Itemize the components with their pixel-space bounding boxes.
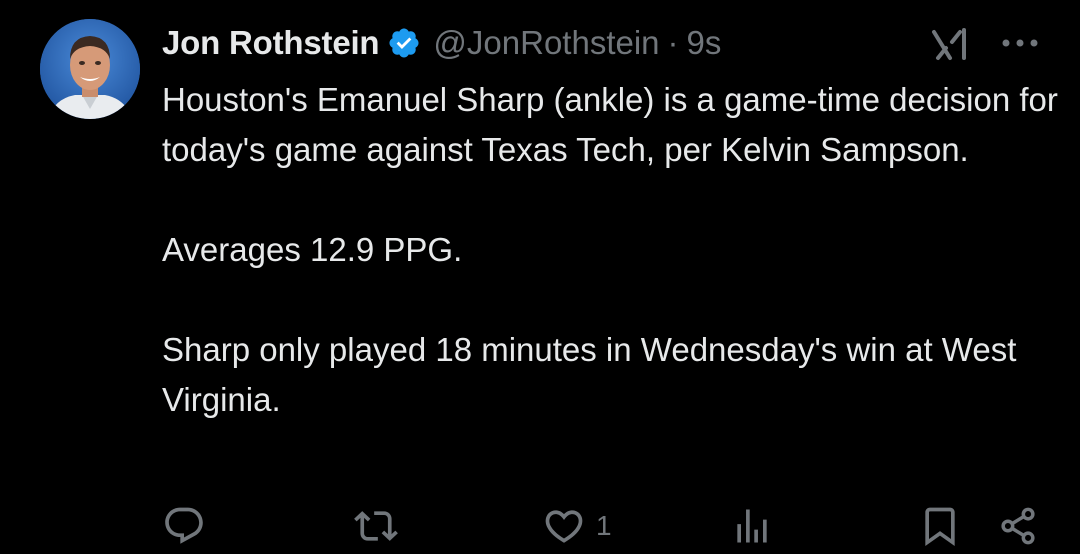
views-button[interactable] [730,504,774,548]
like-count: 1 [596,510,612,541]
bookmark-icon [918,504,962,548]
display-name[interactable]: Jon Rothstein [162,24,380,62]
timestamp[interactable]: 9s [687,24,722,62]
tweet-text: Houston's Emanuel Sharp (ankle) is a gam… [162,75,1062,425]
retweet-button[interactable] [354,504,398,548]
views-icon [730,504,774,548]
separator-dot: · [667,24,679,61]
reply-icon [162,504,206,548]
tweet: Jon Rothstein @JonRothstein · 9s Houston… [0,0,1080,554]
share-button[interactable] [996,504,1040,548]
tweet-paragraph: Averages 12.9 PPG. [162,231,463,268]
tweet-paragraph: Sharp only played 18 minutes in Wednesda… [162,331,1017,418]
avatar[interactable] [40,19,140,119]
like-button[interactable]: 1 [542,504,612,548]
retweet-icon [354,504,398,548]
heart-icon [542,504,586,548]
avatar-image [40,19,140,119]
verified-badge-icon[interactable] [387,26,421,60]
tweet-paragraph: Houston's Emanuel Sharp (ankle) is a gam… [162,81,1058,168]
tweet-header: Jon Rothstein @JonRothstein · 9s [162,20,721,66]
bookmark-button[interactable] [918,504,962,548]
action-bar: 1 [0,500,1080,554]
grok-icon[interactable] [930,26,972,64]
share-icon [996,504,1040,548]
reply-button[interactable] [162,504,206,548]
more-options-icon[interactable] [1000,28,1040,58]
handle[interactable]: @JonRothstein [433,24,659,62]
